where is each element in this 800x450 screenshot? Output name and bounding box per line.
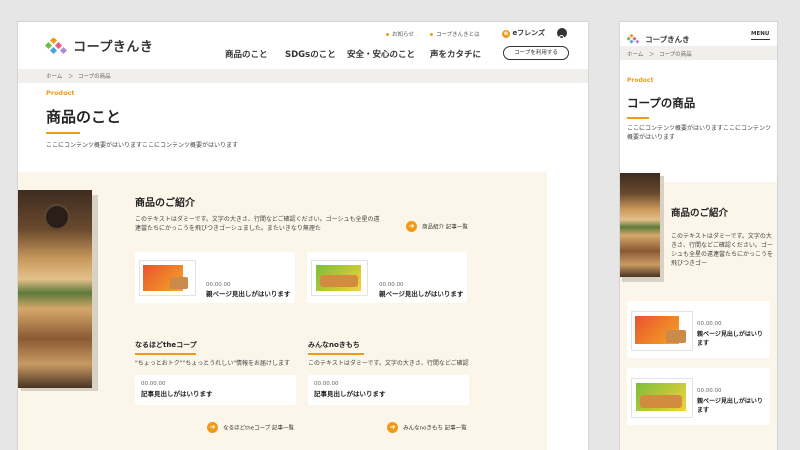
page-eyebrow: Prodoct — [627, 77, 654, 84]
arrow-right-icon: ➜ — [207, 422, 218, 433]
card-date: 00.00.00 — [206, 282, 231, 288]
intro-link-label: 商品紹介 記事一覧 — [422, 224, 468, 231]
minna-link-label: みんなnoきもち 記事一覧 — [403, 425, 467, 432]
search-button[interactable] — [557, 28, 567, 41]
logo-mark-icon — [44, 38, 68, 54]
use-coop-button[interactable]: コープを利用する — [503, 46, 569, 60]
page-lead: ここにコンテンツ概要がはいりますここにコンテンツ概要がはいります — [46, 142, 239, 149]
naruhodo-heading: なるほどtheコープ — [135, 341, 197, 349]
card-title: 親ページ見出しがはいります — [697, 398, 763, 414]
logo-text: コープきんき — [73, 40, 154, 55]
title-underline — [627, 117, 649, 119]
card-date: 00.00.00 — [697, 321, 722, 327]
product-image — [139, 260, 196, 296]
minna-heading: みんなnoきもち — [308, 341, 360, 349]
product-card[interactable]: 00.00.00 親ページ見出しがはいります — [307, 252, 467, 303]
breadcrumb-sep: ＞ — [68, 74, 74, 80]
intro-text: このテキストはダミーです。文字の大きさ、行間などご確認ください。ゴーシュも全星の… — [135, 216, 380, 232]
nav-item-safety[interactable]: 安全・安心のこと — [347, 48, 415, 60]
card-title: 親ページ見出しがはいります — [206, 290, 291, 298]
site-logo[interactable]: コープきんき — [44, 38, 153, 58]
naruhodo-link-label: なるほどtheコープ 記事一覧 — [223, 425, 295, 432]
bullet-icon — [386, 33, 389, 36]
nav-item-sdgs[interactable]: SDGsのこと — [285, 48, 336, 60]
sandwich-photo — [18, 190, 92, 388]
title-underline — [46, 132, 80, 134]
sandwich-photo — [620, 173, 660, 277]
menu-underline — [751, 39, 770, 40]
page-lead: ここにコンテンツ概要がはいりますここにコンテンツ概要がはいります — [627, 125, 772, 141]
breadcrumb-current: コープの商品 — [659, 52, 692, 58]
logo-text: コープきんき — [645, 35, 690, 44]
page-title: コープの商品 — [627, 96, 696, 110]
util-link-label: コープきんきとは — [436, 32, 480, 38]
minna-article-card[interactable]: 00.00.00 記事見出しがはいります — [308, 375, 469, 405]
intro-link[interactable]: ➜ 商品紹介 記事一覧 — [406, 216, 468, 235]
page-eyebrow: Prodoct — [46, 89, 75, 97]
desktop-preview: コープきんき お知らせ コープきんきとは e eフレンズ 商品のこと SDGsの… — [18, 22, 588, 450]
breadcrumb-sep: ＞ — [649, 52, 655, 58]
card-title: 親ページ見出しがはいります — [379, 290, 464, 298]
minna-link[interactable]: ➜ みんなnoきもち 記事一覧 — [387, 417, 467, 436]
intro-text: このテキストはダミーです。文字の大きさ、行間などご確認ください。ゴーシュも全星の… — [671, 233, 773, 267]
article-title: 記事見出しがはいります — [141, 390, 213, 398]
card-date: 00.00.00 — [379, 282, 404, 288]
naruhodo-text: "ちょっとおトク""ちょっとうれしい"情報をお届けします — [135, 360, 291, 367]
product-card[interactable]: 00.00.00 親ページ見出しがはいります — [135, 252, 295, 303]
breadcrumb: ホーム ＞ コープの商品 — [620, 46, 777, 60]
arrow-right-icon: ➜ — [406, 221, 417, 232]
intro-heading: 商品のご紹介 — [671, 208, 729, 219]
arrow-right-icon: ➜ — [387, 422, 398, 433]
util-link-label: お知らせ — [392, 32, 414, 38]
cup-shape — [44, 204, 70, 230]
card-date: 00.00.00 — [697, 388, 722, 394]
product-image — [631, 311, 693, 351]
product-image — [311, 260, 368, 296]
util-link-about[interactable]: コープきんきとは — [430, 30, 480, 38]
breadcrumb-home[interactable]: ホーム — [46, 72, 62, 80]
nav-item-products[interactable]: 商品のこと — [225, 48, 268, 60]
efriends-icon: e — [502, 30, 510, 38]
product-image — [631, 378, 693, 418]
efriends-label: eフレンズ — [512, 29, 546, 37]
minna-text: このテキストはダミーです。文字の大きさ、行間などご確認 — [308, 360, 469, 367]
product-card[interactable]: 00.00.00 親ページ見出しがはいります — [627, 368, 770, 425]
article-date: 00.00.00 — [314, 381, 339, 387]
article-title: 記事見出しがはいります — [314, 390, 386, 398]
nav-item-voice[interactable]: 声をカタチに — [430, 48, 481, 60]
breadcrumb-home[interactable]: ホーム — [627, 50, 643, 58]
util-link-news[interactable]: お知らせ — [386, 30, 414, 38]
efriends-logo[interactable]: e eフレンズ — [502, 28, 545, 38]
page-title: 商品のこと — [46, 108, 122, 126]
minna-underline — [308, 353, 364, 355]
breadcrumb-current: コープの商品 — [78, 74, 111, 80]
product-card[interactable]: 00.00.00 親ページ見出しがはいります — [627, 301, 770, 358]
logo-mark-icon — [626, 33, 640, 44]
naruhodo-link[interactable]: ➜ なるほどtheコープ 記事一覧 — [207, 417, 294, 436]
breadcrumb: ホーム ＞ コープの商品 — [18, 69, 588, 83]
card-title: 親ページ見出しがはいります — [697, 331, 763, 347]
intro-heading: 商品のご紹介 — [135, 198, 195, 209]
menu-button[interactable]: MENU — [751, 31, 769, 37]
search-icon — [559, 35, 565, 41]
article-date: 00.00.00 — [141, 381, 166, 387]
naruhodo-article-card[interactable]: 00.00.00 記事見出しがはいります — [135, 375, 296, 405]
bullet-icon — [430, 33, 433, 36]
naruhodo-underline — [135, 353, 196, 355]
mobile-preview: コープきんき MENU ホーム ＞ コープの商品 Prodoct コープの商品 … — [620, 22, 777, 450]
